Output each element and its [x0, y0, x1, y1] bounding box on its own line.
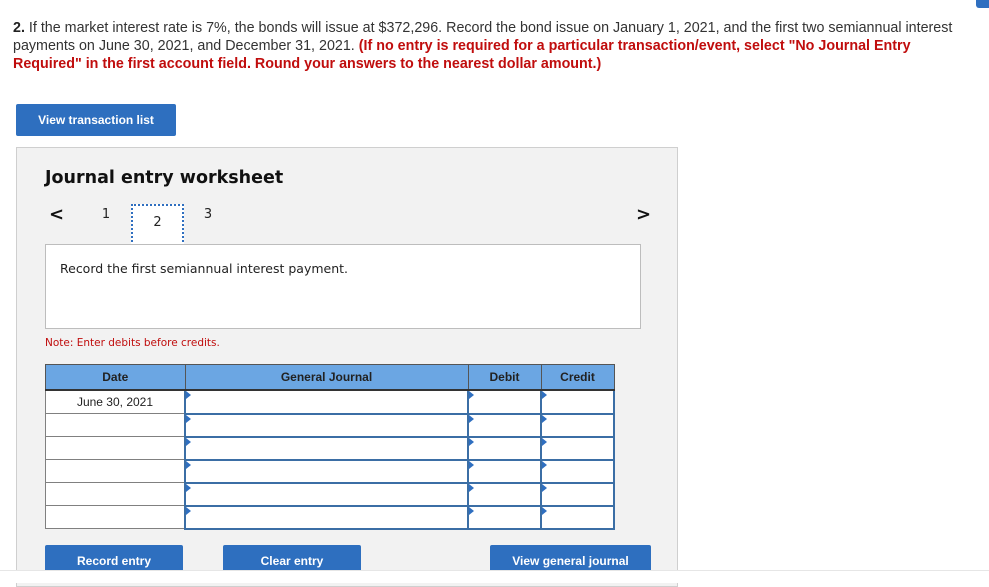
credit-input-cell — [540, 458, 615, 484]
credit-input[interactable] — [542, 437, 613, 459]
credit-input[interactable] — [542, 460, 613, 482]
journal-row — [45, 504, 615, 530]
account-input-cell — [184, 458, 469, 484]
header-credit: Credit — [540, 364, 615, 391]
debit-input-cell — [467, 435, 542, 461]
question-number: 2. — [13, 20, 25, 36]
chevron-right-icon[interactable]: > — [636, 205, 651, 225]
transaction-description: Record the first semiannual interest pay… — [60, 261, 349, 276]
journal-entry-worksheet-panel: Journal entry worksheet < 1 2 3 > Record… — [16, 147, 678, 587]
debit-input-cell — [467, 481, 542, 507]
journal-row — [45, 481, 615, 507]
account-input-cell — [184, 481, 469, 507]
credit-input-cell — [540, 412, 615, 438]
credit-input[interactable] — [542, 414, 613, 436]
corner-tab[interactable] — [976, 0, 989, 8]
debit-input[interactable] — [469, 437, 540, 459]
page-bottom-divider — [0, 570, 989, 583]
header-general-journal: General Journal — [184, 364, 469, 391]
credit-input-cell — [540, 389, 615, 415]
debit-input-cell — [467, 412, 542, 438]
debit-input[interactable] — [469, 506, 540, 528]
date-cell — [45, 482, 186, 506]
credit-input[interactable] — [542, 391, 613, 413]
debit-input-cell — [467, 389, 542, 415]
journal-row — [45, 458, 615, 484]
journal-row — [45, 412, 615, 438]
credit-input-cell — [540, 435, 615, 461]
account-input-cell — [184, 435, 469, 461]
account-input[interactable] — [186, 391, 467, 413]
date-cell: June 30, 2021 — [45, 389, 186, 414]
date-cell — [45, 459, 186, 483]
transaction-description-box: Record the first semiannual interest pay… — [45, 244, 641, 329]
date-cell — [45, 413, 186, 437]
worksheet-title: Journal entry worksheet — [45, 168, 284, 188]
account-input[interactable] — [186, 460, 467, 482]
debit-input[interactable] — [469, 460, 540, 482]
account-input[interactable] — [186, 414, 467, 436]
journal-row — [45, 435, 615, 461]
account-input-cell — [184, 412, 469, 438]
step-tab-3[interactable]: 3 — [183, 205, 233, 225]
date-cell — [45, 436, 186, 460]
journal-row: June 30, 2021 — [45, 389, 615, 415]
debit-credit-note: Note: Enter debits before credits. — [45, 337, 220, 349]
debit-input[interactable] — [469, 483, 540, 505]
credit-input-cell — [540, 504, 615, 530]
account-input-cell — [184, 389, 469, 415]
debit-input-cell — [467, 504, 542, 530]
header-date: Date — [45, 364, 186, 391]
debit-input[interactable] — [469, 414, 540, 436]
header-debit: Debit — [467, 364, 542, 391]
credit-input[interactable] — [542, 483, 613, 505]
account-input[interactable] — [186, 437, 467, 459]
account-input[interactable] — [186, 506, 467, 528]
account-input[interactable] — [186, 483, 467, 505]
journal-header-row: Date General Journal Debit Credit — [45, 364, 615, 391]
debit-input[interactable] — [469, 391, 540, 413]
credit-input-cell — [540, 481, 615, 507]
view-transaction-list-button[interactable]: View transaction list — [16, 104, 176, 136]
chevron-left-icon[interactable]: < — [49, 205, 64, 225]
question-text: 2. If the market interest rate is 7%, th… — [13, 19, 973, 73]
step-tab-2-active[interactable]: 2 — [131, 204, 184, 246]
journal-table: Date General Journal Debit Credit June 3… — [45, 364, 615, 530]
account-input-cell — [184, 504, 469, 530]
date-cell — [45, 505, 186, 529]
credit-input[interactable] — [542, 506, 613, 528]
step-tab-1[interactable]: 1 — [82, 205, 130, 225]
debit-input-cell — [467, 458, 542, 484]
